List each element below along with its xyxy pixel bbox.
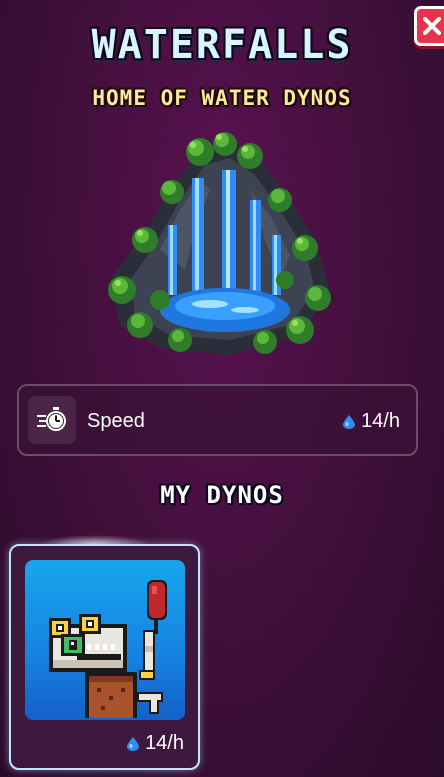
stat-rate: 14/h — [343, 410, 400, 433]
water-drop-icon — [127, 736, 140, 751]
water-drop-icon — [343, 414, 356, 429]
speed-stopwatch-icon — [37, 407, 66, 431]
dyno-card[interactable]: 14/h — [9, 544, 200, 770]
water-dyno-character — [49, 580, 167, 718]
my-dynos-heading: MY DYNOS — [160, 481, 284, 509]
dyno-rate: 14/h — [127, 732, 184, 755]
page-title: WATERFALLS — [91, 22, 353, 68]
page-subtitle: HOME OF WATER DYNOS — [92, 86, 352, 110]
waterfall-island-illustration — [108, 132, 331, 355]
speed-icon-box — [28, 396, 76, 444]
dyno-rate-value: 14/h — [145, 732, 184, 754]
dyno-portrait — [25, 560, 185, 720]
close-button[interactable] — [414, 6, 444, 46]
stat-label: Speed — [87, 410, 145, 432]
close-icon — [423, 17, 441, 35]
speed-stat-card: Speed 14/h — [17, 384, 418, 456]
stat-rate-value: 14/h — [361, 410, 400, 432]
